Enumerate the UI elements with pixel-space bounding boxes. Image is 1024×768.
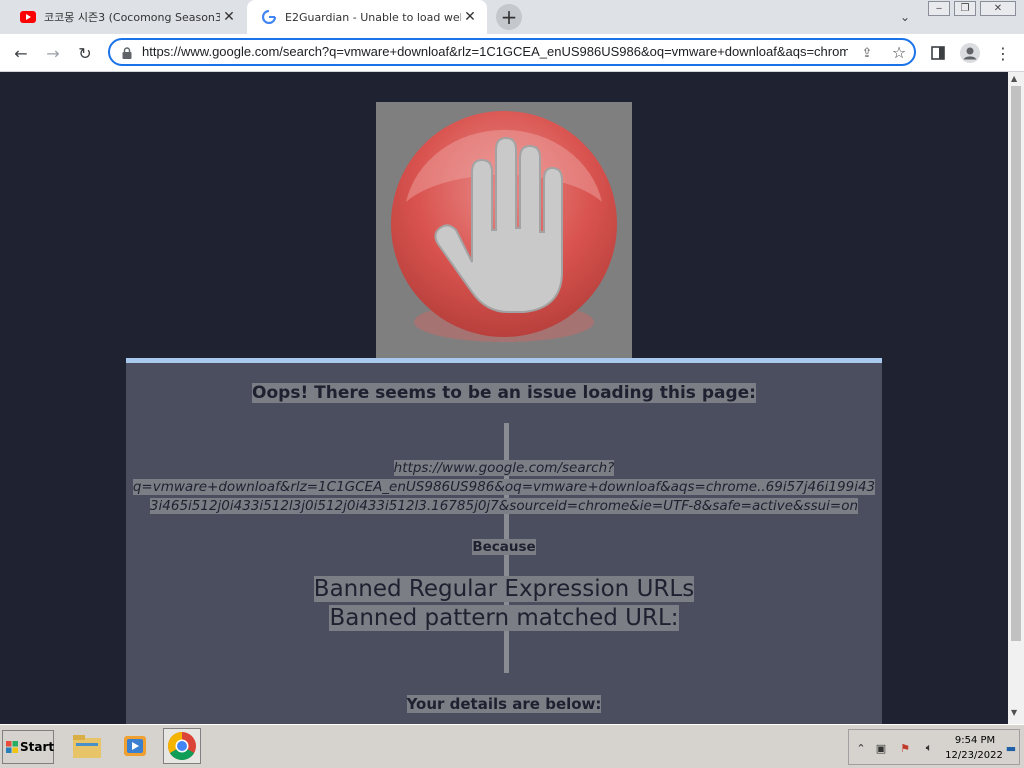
block-reason: Banned Regular Expression URLs Banned pa… [126,575,882,633]
chevron-down-icon[interactable]: ⌄ [896,8,914,26]
tab-title: E2Guardian - Unable to load website [285,10,461,24]
blocked-url-line: q=vmware+downloaf&rlz=1C1GCEA_enUS986US9… [132,479,876,495]
window-close-button[interactable]: ✕ [980,1,1016,16]
youtube-icon [20,9,36,25]
scroll-thumb[interactable] [1011,86,1021,641]
taskbar: Start ⌃ ▣ ⚑ 🔈︎ 9:54 PM 12/23/2022 ▬ [0,724,1024,768]
menu-icon[interactable]: ⋮ [990,40,1016,66]
scroll-up-arrow-icon[interactable]: ▲ [1011,74,1017,83]
show-desktop-icon[interactable]: ▬ [1003,740,1019,756]
blocked-url-line: https://www.google.com/search? [393,460,615,476]
stop-hand-icon [376,102,632,358]
windows-logo-icon [6,741,18,753]
profile-icon[interactable] [957,40,983,66]
because-label: Because [472,539,536,555]
minimize-button[interactable]: ‒ [928,1,950,16]
forward-arrow-icon[interactable]: → [40,40,66,66]
lock-icon[interactable] [120,45,134,59]
star-icon[interactable]: ☆ [890,43,908,62]
blocked-url-line: 3i465i512j0i433i512l3j0i512j0i433i512l3.… [149,498,859,514]
reload-icon[interactable]: ↻ [72,40,98,66]
show-hidden-icons-icon[interactable]: ⌃ [853,740,869,756]
volume-icon[interactable]: 🔈︎ [921,740,937,756]
network-icon[interactable]: ▣ [873,740,889,756]
action-center-icon[interactable]: ⚑ [897,740,913,756]
details-row: Your details are below: [126,695,882,713]
error-heading-row: Oops! There seems to be an issue loading… [126,383,882,403]
error-panel: Oops! There seems to be an issue loading… [126,358,882,724]
new-tab-button[interactable]: + [496,4,522,30]
back-arrow-icon[interactable]: ← [8,40,34,66]
tab-title: 코코몽 시즌3 (Cocomong Season3) - [44,11,220,24]
media-player-icon[interactable] [116,728,154,764]
close-tab-icon[interactable]: ✕ [461,8,479,26]
side-panel-icon[interactable] [925,40,951,66]
vertical-scrollbar[interactable]: ▲ ▼ [1008,72,1024,724]
browser-toolbar: ← → ↻ https://www.google.com/search?q=vm… [0,34,1024,72]
details-heading: Your details are below: [406,695,602,713]
blocked-url: https://www.google.com/search? q=vmware+… [126,459,882,516]
tab-e2guardian[interactable]: E2Guardian - Unable to load website ✕ [247,0,487,34]
share-icon[interactable]: ⇪ [858,44,876,62]
page-content: Oops! There seems to be an issue loading… [0,72,1008,724]
block-reason-line: Banned pattern matched URL: [329,605,679,631]
close-tab-icon[interactable]: ✕ [220,8,238,26]
tab-strip: 코코몽 시즌3 (Cocomong Season3) - ✕ E2Guardia… [0,0,1024,34]
tab-cocomong[interactable]: 코코몽 시즌3 (Cocomong Season3) - ✕ [8,0,246,34]
because-row: Because [126,539,882,555]
system-tray: ⌃ ▣ ⚑ 🔈︎ 9:54 PM 12/23/2022 ▬ [848,729,1020,765]
restore-button[interactable]: ❐ [954,1,976,16]
clock-time[interactable]: 9:54 PM [945,735,1005,746]
clock-date[interactable]: 12/23/2022 [939,750,1009,761]
chrome-icon[interactable] [163,728,201,764]
error-heading: Oops! There seems to be an issue loading… [252,383,756,403]
start-button[interactable]: Start [2,730,54,764]
scroll-down-arrow-icon[interactable]: ▼ [1011,708,1017,717]
google-icon [261,9,277,25]
url-text[interactable]: https://www.google.com/search?q=vmware+d… [142,44,848,59]
block-reason-line: Banned Regular Expression URLs [313,576,695,602]
start-label: Start [20,740,55,754]
address-bar[interactable]: https://www.google.com/search?q=vmware+d… [108,38,916,66]
file-explorer-icon[interactable] [68,728,106,764]
